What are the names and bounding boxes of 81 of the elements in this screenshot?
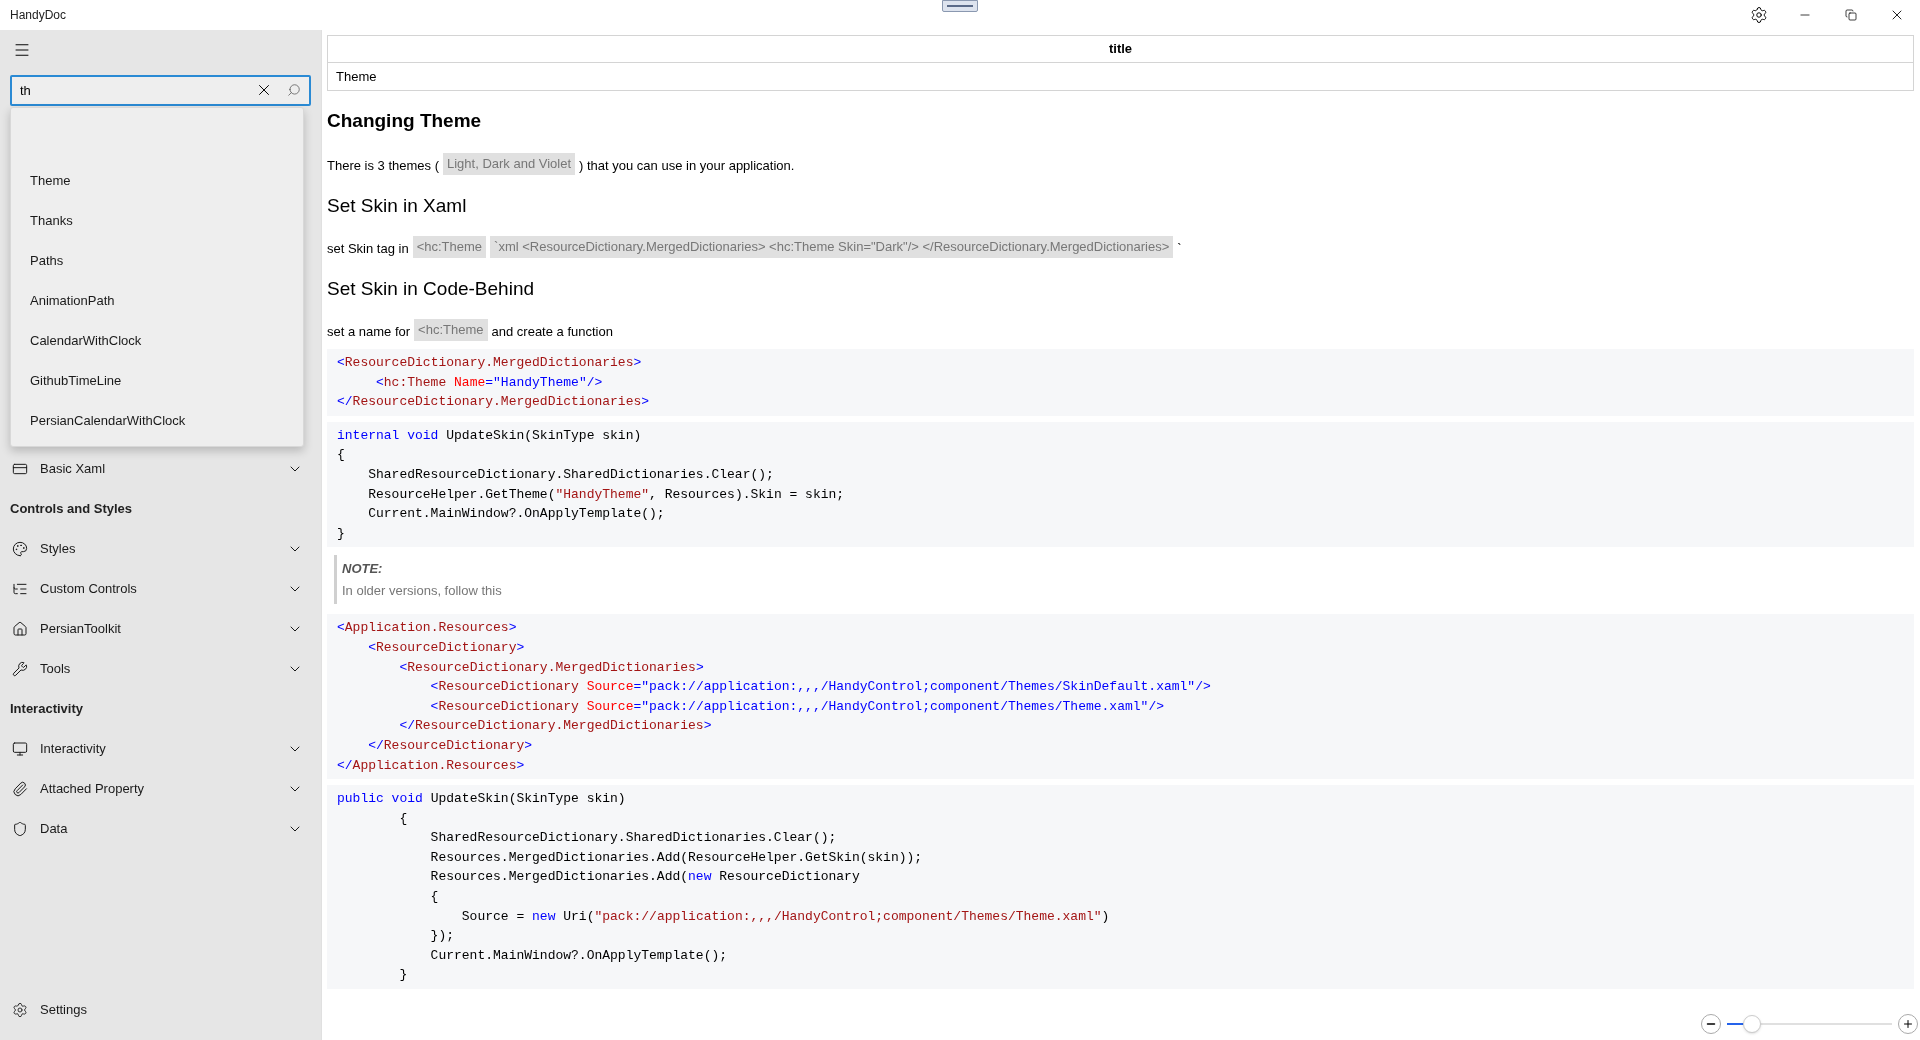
code-line: <ResourceDictionary Source="pack://application:,,,/HandyControl;component/Themes/Theme.xaml"/> [429, 697, 1164, 716]
shield-icon [12, 821, 28, 837]
code-line: { [337, 446, 345, 465]
search-icon[interactable] [287, 83, 301, 97]
code-line: Resources.MergedDictionaries.Add(ResourceHelper.GetSkin(skin)); [429, 848, 923, 867]
code-line: </ResourceDictionary.MergedDictionaries> [337, 393, 650, 412]
paragraph-text: ` [1177, 240, 1182, 259]
suggestion-item[interactable]: Paths [11, 241, 303, 281]
menu-icon [13, 41, 31, 59]
code-line: </ResourceDictionary.MergedDictionaries> [398, 717, 712, 736]
inline-code: Light, Dark and Violet [443, 153, 576, 175]
code-line: ResourceHelper.GetTheme("HandyTheme", Resources).Skin = skin; [367, 485, 845, 504]
note-text: In older versions, follow this [342, 581, 503, 600]
code-line: Resources.MergedDictionaries.Add(new ResourceDictionary [429, 868, 860, 887]
paragraph-text: ) that you can use in your application. [579, 157, 795, 176]
code-line: SharedResourceDictionary.SharedDictionaries.Clear(); [367, 465, 774, 484]
section-header: Interactivity [10, 700, 83, 719]
code-line: { [398, 809, 408, 828]
inline-code: <hc:Theme [414, 319, 488, 341]
code-line: SharedResourceDictionary.SharedDictionaries.Clear(); [429, 829, 837, 848]
code-line: <Application.Resources> [337, 619, 517, 638]
code-line: } [337, 524, 345, 543]
suggestion-item[interactable]: Thanks [11, 201, 303, 241]
code-line: <ResourceDictionary Source="pack://application:,,,/HandyControl;component/Themes/SkinDefault.xaml"/> [429, 678, 1211, 697]
wrench-icon [12, 661, 28, 677]
code-line: Current.MainWindow?.OnApplyTemplate(); [367, 505, 665, 524]
code-line: { [429, 888, 439, 907]
nav-item[interactable]: Custom Controls [0, 569, 321, 609]
nav-item[interactable]: Attached Property [0, 769, 321, 809]
inline-code: `xml <ResourceDictionary.MergedDictionaries> <hc:Theme Skin="Dark"/> </ResourceDictionary.MergedDictionaries> [490, 236, 1174, 258]
paragraph-text: and create a function [491, 323, 613, 342]
code-line: }); [429, 927, 455, 946]
code-line: <ResourceDictionary.MergedDictionaries> [398, 658, 704, 677]
restore-icon [1845, 9, 1857, 21]
palette-icon [12, 541, 28, 557]
paragraph-text: set Skin tag in [327, 240, 409, 259]
suggestion-item[interactable]: Theme [11, 161, 303, 201]
table-cell: Theme [327, 62, 1914, 91]
home-icon [12, 621, 28, 637]
section-header: Controls and Styles [10, 500, 133, 519]
section-heading: Set Skin in Code-Behind [327, 277, 534, 301]
column-header: title [327, 35, 1914, 63]
settings-item[interactable]: Settings [0, 990, 321, 1030]
code-line: Source = new Uri("pack://application:,,,/HandyControl;component/Themes/Theme.xaml") [460, 907, 1110, 926]
nav-item[interactable]: Interactivity [0, 729, 321, 769]
code-line: <ResourceDictionary> [367, 638, 525, 657]
suggestion-item[interactable]: GithubTimeLine [11, 361, 303, 401]
inline-code: <hc:Theme [412, 236, 487, 258]
code-line: Current.MainWindow?.OnApplyTemplate(); [429, 946, 728, 965]
note-title: NOTE: [342, 560, 384, 579]
nav-item[interactable]: Data [0, 809, 321, 849]
nav-item[interactable]: Tools [0, 649, 321, 689]
page-heading: Changing Theme [327, 109, 482, 133]
nav-item[interactable]: Basic Xaml [0, 449, 321, 489]
snap-handle-icon[interactable] [942, 0, 978, 12]
code-line: public void UpdateSkin(SkinType skin) [337, 790, 626, 809]
card-icon [12, 461, 28, 477]
code-line: <ResourceDictionary.MergedDictionaries> [337, 354, 642, 372]
window-title: HandyDoc [10, 7, 67, 24]
code-line: internal void UpdateSkin(SkinType skin) [337, 426, 642, 445]
code-line: </ResourceDictionary> [367, 736, 533, 755]
code-line: } [398, 966, 408, 985]
paperclip-icon [12, 781, 28, 797]
gear-icon [12, 1002, 28, 1018]
paragraph-text: There is 3 themes ( [327, 157, 439, 176]
paragraph-text: set a name for [327, 323, 411, 342]
suggestion-item[interactable]: PersianCalendarWithClock [11, 401, 303, 441]
section-heading: Set Skin in Xaml [327, 194, 467, 218]
slider-thumb[interactable] [1742, 1015, 1761, 1033]
code-line: </Application.Resources> [337, 756, 525, 775]
code-line: <hc:Theme Name="HandyTheme"/> [375, 373, 603, 392]
list-icon [12, 581, 28, 597]
plus-icon [1902, 1018, 1914, 1030]
zoom-slider[interactable] [1727, 1014, 1892, 1034]
suggestion-item[interactable]: CalendarWithClock [11, 321, 303, 361]
suggestion-item[interactable]: AnimationPath [11, 281, 303, 321]
monitor-icon [12, 741, 28, 757]
settings-icon [1750, 6, 1768, 24]
nav-item[interactable]: Styles [0, 529, 321, 569]
nav-item[interactable]: PersianToolkit [0, 609, 321, 649]
search-field[interactable]: th [10, 75, 311, 106]
